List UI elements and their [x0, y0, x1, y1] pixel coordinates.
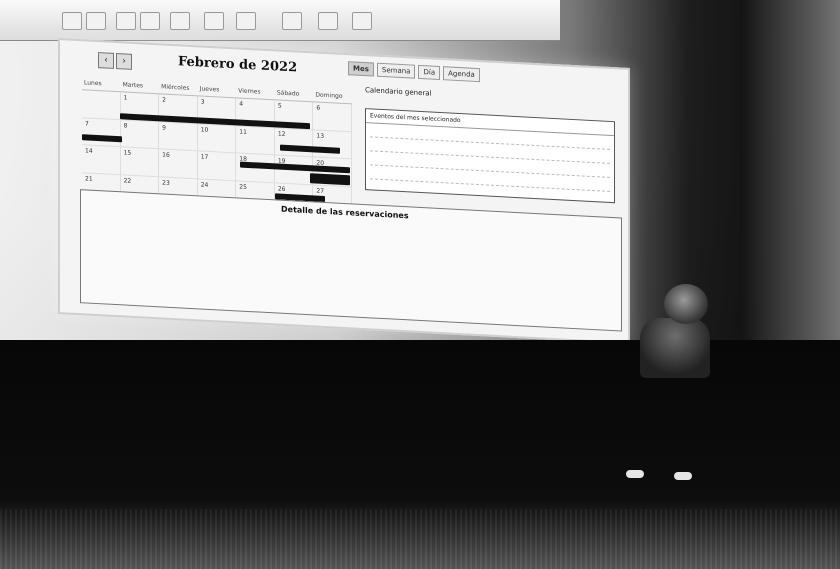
detail-cell — [353, 222, 436, 240]
day-cell[interactable]: 7 — [82, 117, 121, 148]
ribbon-button[interactable] — [140, 12, 160, 30]
ribbon-button[interactable] — [318, 12, 338, 30]
events-list: Eventos del mes seleccionado — [365, 108, 615, 204]
side-panel-title: Calendario general — [365, 86, 432, 98]
day-cell[interactable]: 8 — [120, 119, 160, 150]
ribbon-button[interactable] — [282, 12, 302, 30]
day-cell[interactable]: 10 — [197, 123, 237, 154]
ribbon-button[interactable] — [86, 12, 106, 30]
weekday-label: Viernes — [238, 87, 261, 96]
weekday-label: Sábado — [276, 89, 300, 98]
weekday-label: Lunes — [84, 79, 102, 88]
day-cell[interactable] — [82, 90, 121, 120]
ribbon-button[interactable] — [116, 12, 136, 30]
month-title: Febrero de 2022 — [178, 54, 298, 76]
weekday-label: Martes — [122, 81, 144, 90]
day-cell[interactable]: 14 — [82, 145, 121, 175]
view-agenda-button[interactable]: Agenda — [443, 66, 480, 83]
weekday-label: Jueves — [199, 85, 220, 94]
detail-cell — [264, 218, 347, 236]
day-cell[interactable]: 16 — [159, 149, 198, 179]
view-month-button[interactable]: Mes — [348, 61, 374, 77]
view-switcher: Mes Semana Día Agenda — [348, 61, 480, 83]
ribbon-button[interactable] — [62, 12, 82, 30]
view-week-button[interactable]: Semana — [376, 62, 416, 79]
ribbon-button[interactable] — [352, 12, 372, 30]
detail-cell — [442, 227, 525, 245]
day-cell[interactable]: 9 — [159, 121, 198, 152]
side-wall — [740, 0, 840, 345]
detail-cell — [532, 232, 615, 250]
day-cell[interactable]: 13 — [313, 129, 352, 160]
details-title: Detalle de las reservaciones — [281, 204, 409, 221]
previous-month-button[interactable]: ‹ — [98, 52, 114, 69]
ribbon-button[interactable] — [204, 12, 224, 30]
presenter-head — [664, 284, 708, 324]
presenter-shoe — [626, 470, 644, 478]
day-cell[interactable]: 17 — [197, 151, 237, 181]
view-day-button[interactable]: Día — [418, 64, 441, 81]
detail-cell — [85, 208, 168, 226]
ribbon-button[interactable] — [170, 12, 190, 30]
weekday-label: Domingo — [315, 91, 343, 100]
floor-texture — [0, 509, 840, 569]
side-panel: Calendario general Eventos del mes selec… — [365, 86, 615, 219]
presenter-shoe — [674, 472, 692, 480]
day-cell[interactable]: 15 — [120, 147, 160, 177]
event-bar[interactable] — [310, 173, 350, 186]
day-cell[interactable]: 6 — [313, 102, 352, 132]
day-cell[interactable]: 11 — [236, 125, 275, 156]
detail-cell — [174, 213, 257, 231]
app-ribbon — [0, 0, 560, 41]
projected-app-window: ‹ › Febrero de 2022 Mes Semana Día Agend… — [58, 38, 630, 344]
weekday-label: Miércoles — [161, 83, 190, 92]
calendar-header: ‹ › Febrero de 2022 — [68, 47, 338, 83]
day-cell[interactable]: 12 — [274, 127, 314, 158]
presenter-body — [640, 318, 710, 378]
floor — [0, 340, 840, 569]
next-month-button[interactable]: › — [116, 53, 132, 70]
ribbon-button[interactable] — [236, 12, 256, 30]
